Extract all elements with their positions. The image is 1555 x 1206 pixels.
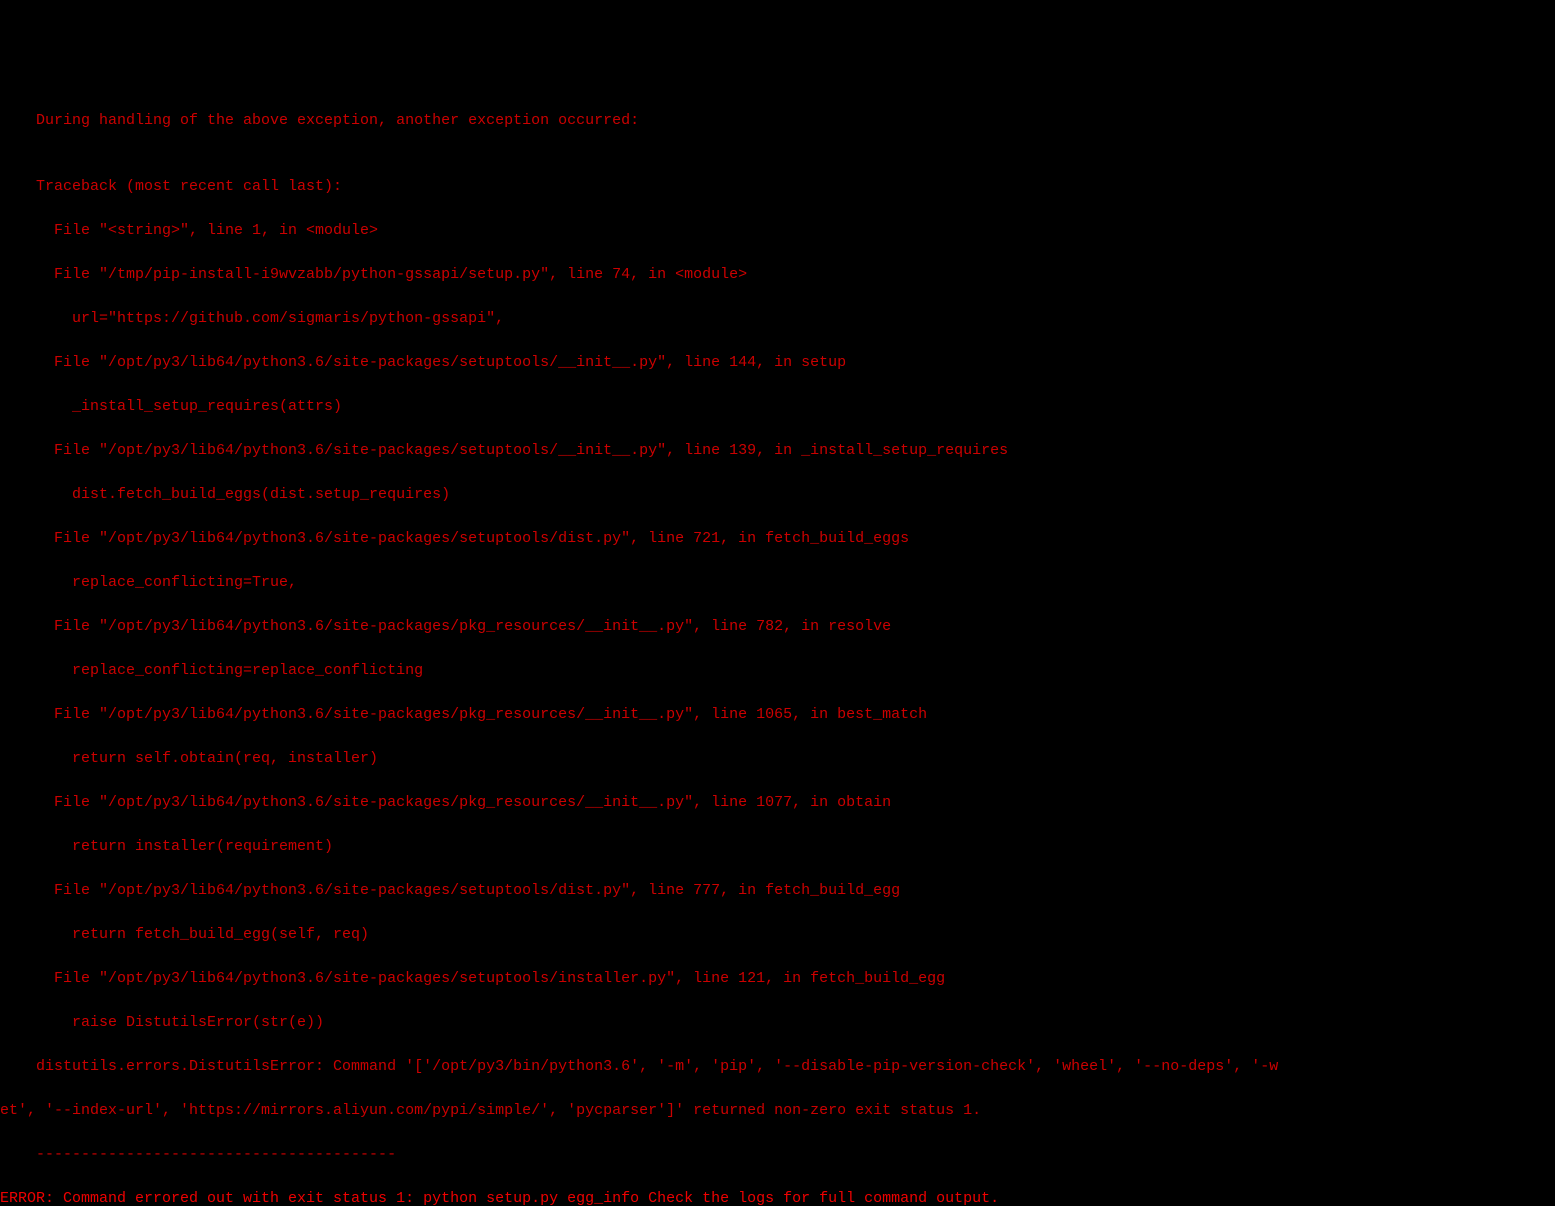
traceback-line: File "/opt/py3/lib64/python3.6/site-pack…	[0, 968, 1555, 990]
traceback-line: File "/opt/py3/lib64/python3.6/site-pack…	[0, 352, 1555, 374]
traceback-line: File "/opt/py3/lib64/python3.6/site-pack…	[0, 440, 1555, 462]
terminal-output[interactable]: During handling of the above exception, …	[0, 88, 1555, 1206]
traceback-line: Traceback (most recent call last):	[0, 176, 1555, 198]
traceback-line: During handling of the above exception, …	[0, 110, 1555, 132]
traceback-line: return fetch_build_egg(self, req)	[0, 924, 1555, 946]
error-summary: ERROR: Command errored out with exit sta…	[0, 1188, 1555, 1206]
traceback-line: File "/opt/py3/lib64/python3.6/site-pack…	[0, 704, 1555, 726]
traceback-line: return installer(requirement)	[0, 836, 1555, 858]
traceback-line: File "/opt/py3/lib64/python3.6/site-pack…	[0, 528, 1555, 550]
traceback-line: File "/opt/py3/lib64/python3.6/site-pack…	[0, 792, 1555, 814]
traceback-line: replace_conflicting=True,	[0, 572, 1555, 594]
traceback-line: File "/opt/py3/lib64/python3.6/site-pack…	[0, 880, 1555, 902]
traceback-line: url="https://github.com/sigmaris/python-…	[0, 308, 1555, 330]
traceback-line: replace_conflicting=replace_conflicting	[0, 660, 1555, 682]
traceback-line: distutils.errors.DistutilsError: Command…	[0, 1056, 1555, 1078]
separator-line: ----------------------------------------	[0, 1144, 1555, 1166]
traceback-line: _install_setup_requires(attrs)	[0, 396, 1555, 418]
traceback-line: et', '--index-url', 'https://mirrors.ali…	[0, 1100, 1555, 1122]
traceback-line: File "/tmp/pip-install-i9wvzabb/python-g…	[0, 264, 1555, 286]
traceback-line: File "<string>", line 1, in <module>	[0, 220, 1555, 242]
traceback-line: File "/opt/py3/lib64/python3.6/site-pack…	[0, 616, 1555, 638]
traceback-line: dist.fetch_build_eggs(dist.setup_require…	[0, 484, 1555, 506]
traceback-line: return self.obtain(req, installer)	[0, 748, 1555, 770]
traceback-line: raise DistutilsError(str(e))	[0, 1012, 1555, 1034]
